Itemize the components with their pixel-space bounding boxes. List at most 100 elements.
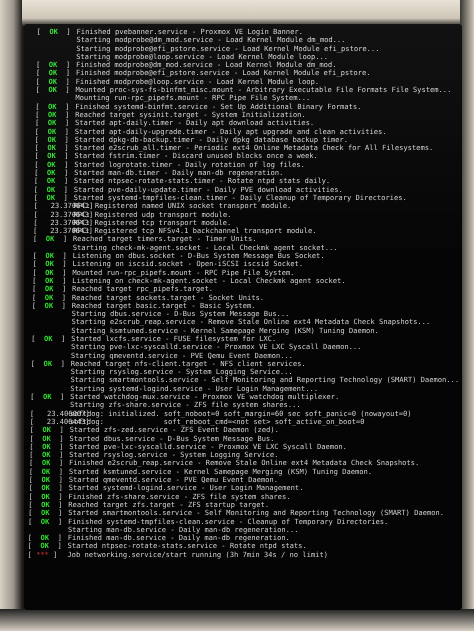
log-text: RPC: Registered tcp NFSv4.1 backchannel … <box>73 227 317 236</box>
log-text: Started pve-daily-update.timer - Daily P… <box>73 185 343 194</box>
log-line: [ OK ] Started watchdog-mux.service - Pro… <box>30 393 458 401</box>
ok-status: OK <box>41 467 51 476</box>
log-text: Starting zfs-share.service - ZFS file sy… <box>69 401 301 410</box>
log-status: [ 23.406443] <box>29 417 90 426</box>
log-line: Starting zfs-share.service - ZFS file sy… <box>30 401 458 409</box>
ok-status: OK <box>48 69 58 78</box>
ok-status: OK <box>43 334 53 343</box>
ok-status: OK <box>45 268 54 277</box>
log-text: Started man-db.timer - Daily man-db rege… <box>74 169 284 178</box>
log-status: [ OK ] <box>33 193 68 202</box>
log-text: Started ntpsec-rotate-stats.timer - Rota… <box>73 177 331 186</box>
log-status: [ OK ] <box>27 517 63 526</box>
log-text: softdog: initialized. soft_noboot=0 soft… <box>69 409 412 418</box>
log-line: [ OK ] Listening on iscsid.socket - Open-… <box>32 260 460 268</box>
log-text: Mounted proc-sys-fs-binfmt_misc.mount - … <box>75 86 452 95</box>
log-text: Finished modprobe@efi_pstore.service - L… <box>75 69 371 78</box>
log-status: [ 23.370643] <box>33 227 93 236</box>
ok-status: OK <box>41 492 50 501</box>
log-status: [ OK ] <box>30 393 65 402</box>
log-text: Starting check-mk-agent.socket - Local C… <box>72 243 338 252</box>
ok-status: OK <box>46 160 56 169</box>
log-text: Started zfs-zed.service - ZFS Event Daem… <box>69 426 279 435</box>
log-line: [ OK ] Started systemd-logind.service - U… <box>29 484 457 492</box>
log-text: RPC: Registered tcp transport module. <box>73 218 232 227</box>
log-line: [ OK ] Started zfs-zed.service - ZFS Even… <box>30 426 458 434</box>
log-text: Finished systemd-binfmt.service - Set Up… <box>75 102 362 111</box>
ok-status: OK <box>43 359 53 368</box>
ok-status: OK <box>47 119 57 128</box>
ok-status: OK <box>49 28 59 36</box>
log-line: [ 23.370643]RPC: Registered tcp NFSv4.1 … <box>33 227 461 235</box>
log-text: softdog: soft_reboot_cmd=<not set> soft_… <box>69 417 365 426</box>
log-line: Mounting run-rpc_pipefs.mount - RPC Pipe… <box>35 94 462 102</box>
ok-status: OK <box>44 293 54 302</box>
log-text: Starting man-db.service - Daily man-db r… <box>67 525 299 534</box>
log-status: [ OK ] <box>30 359 66 368</box>
log-line: [ 23.370643]RPC: Registered tcp transpor… <box>33 219 461 227</box>
ok-status: OK <box>47 127 57 136</box>
log-text: RPC: Registered udp transport module. <box>73 210 232 219</box>
ok-status: OK <box>42 426 52 435</box>
log-text: Starting rsyslog.service - System Loggin… <box>70 368 293 377</box>
log-text: Started pve-lxc-syscalld.service - Proxm… <box>69 442 348 451</box>
log-text: Mounted run-rpc_pipefs.mount - RPC Pipe … <box>72 268 295 277</box>
log-line: [ OK ] Started dbus.service - D-Bus Syste… <box>29 435 457 443</box>
log-status: [ OK ] <box>28 467 64 476</box>
log-status: [ OK ] <box>35 77 70 86</box>
log-line: [ OK ] Started smartmontools.service - Se… <box>28 509 456 517</box>
log-text: Started apt-daily.timer - Daily apt down… <box>74 119 315 128</box>
log-status: [ OK ] <box>35 61 71 70</box>
log-text: Listening on dbus.socket - D-Bus System … <box>72 252 325 261</box>
log-line: [ OK ] Finished systemd-binfmt.service - … <box>35 103 462 111</box>
console-screen: [ OK ] Finished pvebanner.service - Proxm… <box>24 24 462 610</box>
log-line: [ OK ] Started qmeventd.service - PVE Qem… <box>29 476 457 484</box>
log-line: [ OK ] Reached target basic.target - Basi… <box>32 302 460 310</box>
log-status: [ OK ] <box>29 451 64 460</box>
log-line: [ 23.370643]RPC: Registered udp transpor… <box>33 211 461 219</box>
log-line: [ OK ] Mounted proc-sys-fs-binfmt_misc.mo… <box>35 86 462 94</box>
spinner-status: *** <box>35 550 49 559</box>
log-status: [ OK ] <box>34 127 70 136</box>
log-text: Started ntpsec-rotate-stats.service - Ro… <box>67 542 307 551</box>
log-status: [ OK ] <box>28 476 64 485</box>
log-text: Started ksmtuned.service - Kernel Samepa… <box>68 467 373 476</box>
ok-status: OK <box>46 177 56 186</box>
log-line: [ OK ] Started ntpsec-rotate-stats.servic… <box>28 542 456 550</box>
log-line: Starting e2scrub_reap.service - Remove S… <box>31 318 459 326</box>
ok-status: OK <box>47 135 57 144</box>
log-status: [ OK ] <box>34 144 69 153</box>
log-text: Finished systemd-tmpfiles-clean.service … <box>67 517 389 526</box>
log-status: [ OK ] <box>35 102 70 111</box>
log-line: Starting ksmtuned.service - Kernel Samep… <box>31 327 459 335</box>
log-text: Started logrotate.timer - Daily rotation… <box>74 160 305 169</box>
log-line: Starting check-mk-agent.socket - Local C… <box>33 244 461 252</box>
log-text: Starting modprobe@efi_pstore.service - L… <box>76 44 380 53</box>
ok-status: OK <box>41 451 51 460</box>
log-line: [ OK ] Mounted run-rpc_pipefs.mount - RPC… <box>32 269 460 277</box>
ok-status: OK <box>45 252 55 261</box>
log-text: Mounting run-rpc_pipefs.mount - RPC Pipe… <box>75 94 311 103</box>
log-line: Starting dbus.service - D-Bus System Mes… <box>32 310 460 318</box>
log-status: [ OK ] <box>28 492 63 501</box>
log-text: Started rsyslog.service - System Logging… <box>69 451 279 460</box>
log-status: [ 23.406007] <box>29 409 90 418</box>
log-status: [ OK ] <box>28 459 64 468</box>
log-status: [ OK ] <box>28 509 63 518</box>
log-status: [ OK ] <box>31 301 67 310</box>
log-line: [ OK ] Finished pvebanner.service - Proxm… <box>36 28 462 36</box>
log-line: [ OK ] Started apt-daily-upgrade.timer - … <box>35 128 462 136</box>
log-line: [ OK ] Finished systemd-tmpfiles-clean.se… <box>28 518 456 526</box>
log-text: Reached target basic.target - Basic Syst… <box>71 301 256 310</box>
log-line: [ OK ] Started rsyslog.service - System L… <box>29 451 457 459</box>
boot-log: [ OK ] Finished pvebanner.service - Proxm… <box>27 28 462 559</box>
log-line: Starting qmeventd.service - PVE Qemu Eve… <box>31 352 459 360</box>
log-text: Starting qmeventd.service - PVE Qemu Eve… <box>70 351 294 360</box>
log-text: Started dpkg-db-backup.timer - Daily dpk… <box>74 135 349 144</box>
log-status: [ OK ] <box>34 160 69 169</box>
log-line: [ OK ] Started ntpsec-rotate-stats.timer … <box>34 177 462 185</box>
log-line: Starting man-db.service - Daily man-db r… <box>28 526 456 534</box>
ok-status: OK <box>47 152 56 161</box>
log-line: Starting systemd-logind.service - User L… <box>30 385 458 393</box>
log-status: [ OK ] <box>32 276 67 285</box>
